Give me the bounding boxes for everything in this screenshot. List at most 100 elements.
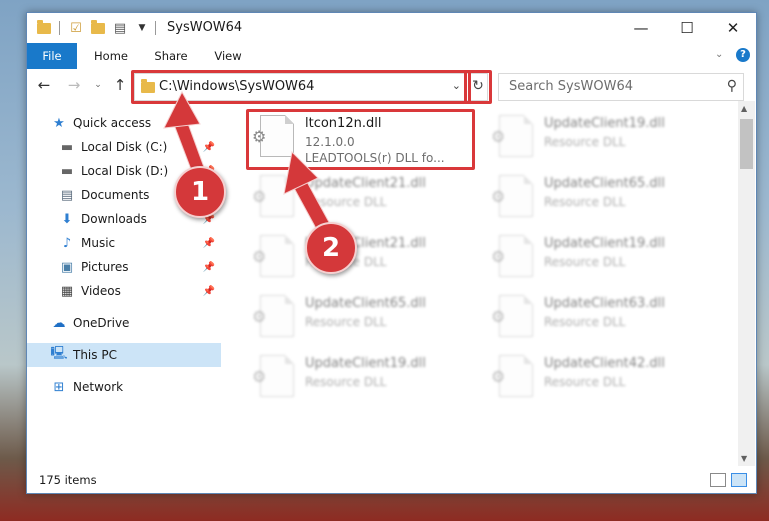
chevron-down-icon[interactable]: ▼ [133, 19, 151, 37]
cloud-icon: ☁ [52, 315, 66, 331]
file-name: UpdateClient42.dll [544, 356, 665, 371]
scroll-down-icon[interactable]: ▼ [741, 454, 747, 463]
gear-icon: ⚙ [491, 127, 506, 146]
sidebar-item-label: Network [73, 380, 124, 394]
back-arrow-icon[interactable]: ← [35, 76, 53, 94]
callout-badge-1: 1 [174, 166, 226, 218]
navigation-pane: ★ Quick access ▬ Local Disk (C:) 📌 ▬ Loc… [27, 109, 222, 464]
search-input[interactable]: Search SysWOW64 [509, 79, 633, 94]
gear-icon: ⚙ [491, 247, 506, 266]
scroll-up-icon[interactable]: ▲ [741, 104, 747, 113]
pin-icon[interactable]: 📌 [203, 142, 215, 153]
recent-locations-icon[interactable]: ⌄ [89, 76, 107, 94]
sidebar-item-music[interactable]: ♪ Music 📌 [27, 231, 221, 255]
file-item[interactable]: ⚙ UpdateClient65.dll Resource DLL [485, 173, 715, 231]
file-description: Resource DLL [544, 315, 626, 329]
file-item[interactable]: ⚙ UpdateClient42.dll Resource DLL [485, 353, 715, 411]
divider [59, 21, 60, 35]
details-view-icon[interactable] [710, 473, 726, 487]
divider [155, 21, 156, 35]
help-icon[interactable]: ? [736, 48, 750, 62]
gear-icon: ⚙ [491, 307, 506, 326]
file-name: UpdateClient21.dll [305, 176, 426, 191]
sidebar-item-label: Pictures [81, 260, 129, 274]
callout-badge-2: 2 [305, 222, 357, 274]
sidebar-item-onedrive[interactable]: ☁ OneDrive [27, 311, 221, 335]
tab-share[interactable]: Share [143, 43, 199, 69]
folder-icon [35, 19, 53, 37]
sidebar-item-local-disk-c[interactable]: ▬ Local Disk (C:) 📌 [27, 135, 221, 159]
network-icon: ⊞ [53, 379, 65, 395]
computer-icon: 🖳 [50, 346, 68, 361]
file-name: UpdateClient65.dll [305, 296, 426, 311]
sidebar-item-label: Documents [81, 188, 150, 202]
tab-home[interactable]: Home [83, 43, 139, 69]
file-item[interactable]: ⚙ UpdateClient21.dll Resource DLL [246, 173, 476, 231]
search-box[interactable]: Search SysWOW64 ⚲ [498, 73, 744, 101]
tab-file[interactable]: File [27, 43, 77, 69]
file-item[interactable]: ⚙ UpdateClient63.dll Resource DLL [485, 293, 715, 351]
minimize-button[interactable]: — [618, 13, 664, 43]
customize-qat-icon[interactable]: ▤ [111, 19, 129, 37]
drive-icon: ▬ [60, 163, 74, 179]
file-item[interactable]: ⚙ UpdateClient19.dll Resource DLL [485, 113, 715, 171]
refresh-highlight [464, 70, 492, 104]
scrollbar-thumb[interactable] [740, 119, 753, 169]
item-count: 175 items [39, 473, 97, 487]
address-bar-highlight [131, 70, 471, 104]
gear-icon: ⚙ [252, 247, 267, 266]
file-name: UpdateClient19.dll [544, 116, 665, 131]
drive-icon: ▬ [60, 139, 74, 155]
sidebar-item-videos[interactable]: ▦ Videos 📌 [27, 279, 221, 303]
file-name: UpdateClient63.dll [544, 296, 665, 311]
vertical-scrollbar[interactable]: ▲ ▼ [738, 101, 755, 466]
file-name: UpdateClient19.dll [544, 236, 665, 251]
gear-icon: ⚙ [252, 367, 267, 386]
sidebar-item-this-pc[interactable]: 🖳 This PC [27, 343, 221, 367]
forward-arrow-icon[interactable]: → [65, 76, 83, 94]
properties-icon[interactable]: ☑ [67, 19, 85, 37]
file-item[interactable]: ⚙ UpdateClient19.dll Resource DLL [246, 353, 476, 411]
file-item[interactable]: ⚙ UpdateClient65.dll Resource DLL [246, 293, 476, 351]
gear-icon: ⚙ [252, 187, 267, 206]
large-icons-view-icon[interactable] [731, 473, 747, 487]
documents-icon: ▤ [60, 187, 74, 203]
gear-icon: ⚙ [252, 307, 267, 326]
up-arrow-icon[interactable]: ↑ [111, 76, 129, 94]
music-icon: ♪ [62, 235, 72, 251]
sidebar-item-label: Downloads [81, 212, 147, 226]
file-highlight [246, 109, 475, 170]
sidebar-item-quick-access[interactable]: ★ Quick access [27, 111, 221, 135]
new-folder-icon[interactable] [89, 19, 107, 37]
pin-icon[interactable]: 📌 [203, 262, 215, 273]
pin-icon[interactable]: 📌 [203, 238, 215, 249]
status-bar: 175 items [27, 468, 756, 493]
close-button[interactable]: ✕ [710, 13, 756, 43]
search-icon: ⚲ [726, 78, 737, 94]
pin-icon[interactable]: 📌 [203, 286, 215, 297]
sidebar-item-label: This PC [73, 348, 117, 362]
sidebar-item-label: Videos [81, 284, 121, 298]
download-icon: ⬇ [61, 211, 73, 227]
chevron-down-icon[interactable]: ⌄ [715, 49, 723, 60]
file-description: Resource DLL [544, 195, 626, 209]
ribbon: File Home Share View ⌄ ? [27, 43, 756, 69]
star-icon: ★ [53, 115, 65, 131]
file-description: Resource DLL [305, 375, 387, 389]
file-item[interactable]: ⚙ UpdateClient19.dll Resource DLL [485, 233, 715, 291]
sidebar-item-label: Quick access [73, 116, 152, 130]
maximize-button[interactable]: ☐ [664, 13, 710, 43]
sidebar-item-label: Music [81, 236, 116, 250]
title-bar: ☑ ▤ ▼ SysWOW64 — ☐ ✕ [27, 13, 756, 43]
gear-icon: ⚙ [491, 187, 506, 206]
file-description: Resource DLL [544, 255, 626, 269]
file-item[interactable]: ⚙ UpdateClient21.dll Resource DLL [246, 233, 476, 291]
sidebar-item-pictures[interactable]: ▣ Pictures 📌 [27, 255, 221, 279]
tab-view[interactable]: View [203, 43, 253, 69]
videos-icon: ▦ [60, 283, 74, 299]
sidebar-item-label: Local Disk (C:) [81, 140, 168, 154]
sidebar-item-label: Local Disk (D:) [81, 164, 169, 178]
sidebar-item-network[interactable]: ⊞ Network [27, 375, 221, 399]
sidebar-item-label: OneDrive [73, 316, 130, 330]
file-name: UpdateClient65.dll [544, 176, 665, 191]
